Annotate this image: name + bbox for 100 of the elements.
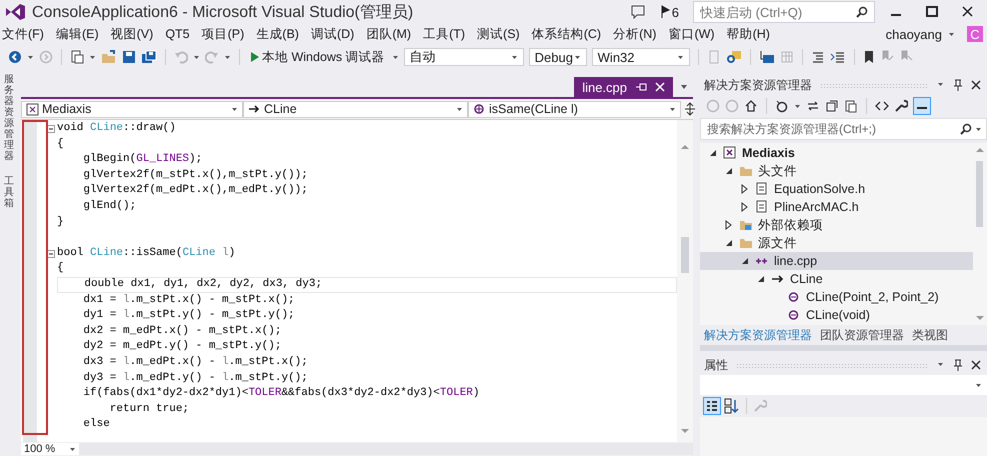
menu-item[interactable]: 分析(N): [613, 26, 656, 42]
quick-launch-field[interactable]: 快速启动 (Ctrl+Q): [693, 1, 875, 23]
code-line: {: [57, 261, 65, 276]
code-line: dy3 = l.m_edPt.y() - l.m_stPt.y();: [82, 370, 309, 386]
start-debugging-button[interactable]: 本地 Windows 调试器: [248, 48, 387, 66]
code-icon[interactable]: [875, 99, 889, 113]
panel-title: 属性: [704, 356, 728, 374]
caret-icon[interactable]: [948, 30, 955, 38]
tree-item[interactable]: PlineArcMAC.h: [700, 198, 973, 216]
arrow-icon: [248, 102, 261, 116]
menu-item[interactable]: 帮助(H): [726, 26, 770, 42]
code-line: void CLine::draw(): [57, 121, 177, 136]
zoom-dropdown[interactable]: 100 %: [21, 443, 79, 455]
file-icon: [755, 182, 769, 196]
caret-icon[interactable]: [27, 54, 34, 60]
side-tab[interactable]: 工具箱: [4, 176, 14, 209]
sort-az-icon[interactable]: [724, 398, 740, 414]
tree-item[interactable]: 头文件: [700, 162, 973, 180]
caret-icon: [669, 106, 676, 112]
tree-item[interactable]: 外部依赖项: [700, 216, 973, 234]
code-line: else: [82, 417, 111, 432]
tree-item[interactable]: CLine(void): [700, 306, 973, 324]
tree-item[interactable]: CLine: [700, 270, 973, 288]
tree-item[interactable]: CLine(Point_2, Point_2): [700, 288, 973, 306]
back-icon[interactable]: [8, 50, 22, 64]
menu-item[interactable]: 工具(T): [423, 26, 466, 42]
code-line: bool CLine::isSame(CLine l): [57, 246, 236, 261]
save-icon[interactable]: [122, 50, 136, 64]
scroll-thumb[interactable]: [976, 161, 983, 227]
split-icon[interactable]: [683, 102, 697, 116]
tree-item[interactable]: line.cpp: [700, 252, 973, 270]
tree-item[interactable]: EquationSolve.h: [700, 180, 973, 198]
user-name[interactable]: chaoyang: [886, 26, 942, 42]
indent-icon[interactable]: [830, 50, 846, 64]
configuration-dropdown[interactable]: Debug: [528, 48, 587, 66]
app-logo-icon: [4, 3, 26, 21]
close-icon[interactable]: [971, 80, 981, 90]
collapse-all-icon[interactable]: [825, 99, 839, 113]
bookmark-icon[interactable]: [862, 50, 875, 64]
copy-icon[interactable]: [844, 99, 858, 113]
speech-bubble-icon[interactable]: [630, 5, 646, 19]
menu-item[interactable]: 编辑(E): [56, 26, 99, 42]
menu-item[interactable]: 视图(V): [110, 26, 154, 42]
save-all-icon[interactable]: [141, 50, 157, 64]
caret-icon[interactable]: [224, 54, 231, 60]
scroll-thumb[interactable]: [681, 237, 689, 273]
menu-item[interactable]: 生成(B): [256, 26, 299, 42]
panel-tab[interactable]: 解决方案资源管理器: [704, 326, 812, 344]
pin-icon[interactable]: [953, 79, 963, 91]
folder-icon[interactable]: [101, 50, 117, 64]
menu-item[interactable]: QT5: [165, 27, 190, 41]
solution-config-dropdown[interactable]: 自动: [404, 48, 524, 66]
pin-icon[interactable]: [953, 359, 963, 371]
menu-item[interactable]: 团队(M): [366, 26, 412, 42]
tree-item[interactable]: 源文件: [700, 234, 973, 252]
caret-icon[interactable]: [794, 102, 801, 110]
history-icon[interactable]: [775, 99, 789, 113]
preview-icon[interactable]: [913, 97, 931, 115]
code-line: dy1 = l.m_stPt.y() - m_stPt.y();: [82, 308, 296, 324]
folder-tree-icon[interactable]: [758, 50, 775, 64]
flag-icon[interactable]: [660, 5, 670, 19]
code-line: if(fabs(dx1*dy2-dx2*dy1)<TOLER&&fabs(dx3*dy2-dx2*dy3)<TOLER): [82, 386, 481, 402]
folder-icon: [739, 164, 753, 178]
side-tab[interactable]: 服务器资源管理器: [4, 74, 14, 162]
caret-icon[interactable]: [89, 54, 96, 60]
menu-item[interactable]: 测试(S): [477, 26, 520, 42]
play-icon: [250, 51, 260, 63]
menu-item[interactable]: 体系结构(C): [532, 26, 602, 42]
search-field[interactable]: 搜索解决方案资源管理器(Ctrl+;): [700, 118, 987, 140]
wrench-icon[interactable]: [894, 99, 908, 113]
caret-icon[interactable]: [193, 54, 200, 60]
sync-icon[interactable]: [806, 99, 820, 113]
navigation-dropdown[interactable]: isSame(CLine l): [468, 100, 681, 118]
caret-icon[interactable]: [392, 54, 399, 60]
menu-item[interactable]: 项目(P): [202, 26, 244, 42]
find-icon[interactable]: [726, 50, 742, 64]
platform-dropdown[interactable]: Win32: [592, 48, 690, 66]
file-icon: [755, 200, 769, 214]
outdent-icon[interactable]: [810, 50, 825, 64]
scroll-down-icon: [680, 428, 690, 434]
navigation-dropdown[interactable]: CLine: [243, 100, 468, 118]
panel-tab[interactable]: 类视图: [912, 326, 948, 344]
tree-item[interactable]: Mediaxis: [700, 144, 973, 162]
menu-item[interactable]: 调试(D): [310, 26, 354, 42]
caret-icon: [676, 54, 684, 60]
new-file-icon[interactable]: [70, 50, 84, 64]
close-icon[interactable]: [971, 360, 981, 370]
home-icon[interactable]: [744, 99, 758, 113]
menu-item[interactable]: 文件(F): [2, 26, 44, 42]
menu-item[interactable]: 窗口(W): [668, 26, 715, 42]
panel-title: 解决方案资源管理器: [704, 76, 812, 94]
code-line: return true;: [108, 402, 190, 417]
search-icon: [856, 6, 868, 18]
scroll-down-icon: [975, 315, 985, 321]
categorized-icon[interactable]: [703, 397, 721, 415]
panel-tab[interactable]: 团队资源管理器: [820, 326, 904, 344]
code-line: dx3 = l.m_edPt.x() - l.m_stPt.x();: [82, 354, 309, 370]
vertical-scrollbar[interactable]: [677, 120, 693, 442]
navigation-dropdown[interactable]: Mediaxis: [21, 100, 243, 118]
caret-icon: [69, 446, 76, 452]
